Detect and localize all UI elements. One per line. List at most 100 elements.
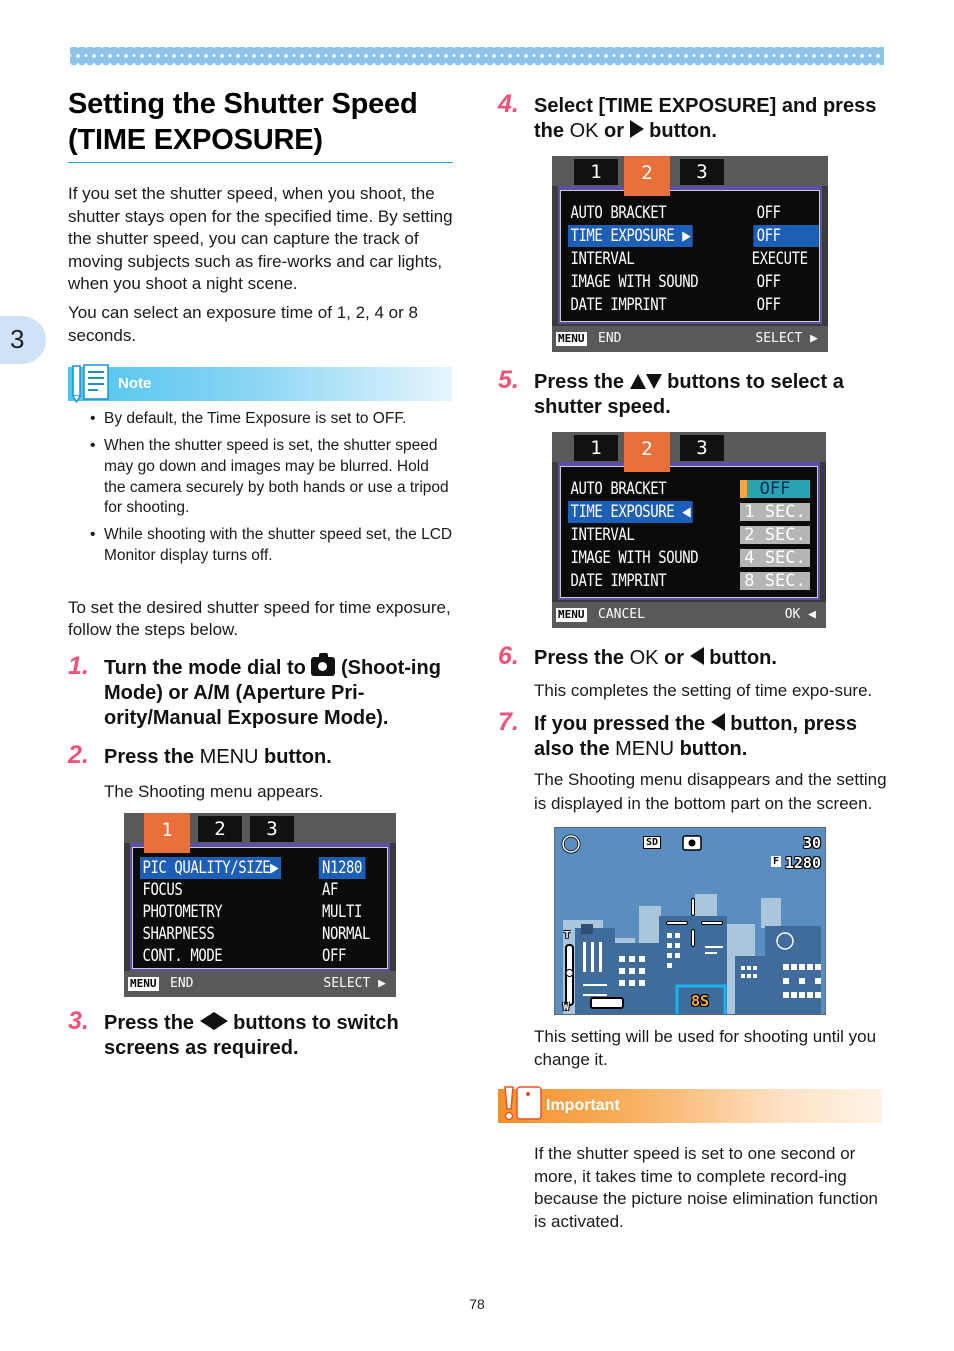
step-text: If you pressed the button, press also th… <box>534 712 888 762</box>
footer-left: CANCEL <box>598 607 645 622</box>
step-number: 4. <box>498 90 519 118</box>
menu-key-label: MENU <box>615 738 675 760</box>
lcd-screen: 1 2 3 PIC QUALITY/SIZE▶ N1280 FOCUS AF PHO… <box>124 812 396 997</box>
note-list: By default, the Time Exposure is set to … <box>68 409 453 567</box>
menu-row: DATE IMPRINT OFF <box>570 295 781 315</box>
menu-badge: MENU <box>556 608 587 622</box>
footer-left: END <box>598 331 622 346</box>
menu-tab-1: 1 <box>144 812 190 853</box>
step-5: 5. Press the buttons to select a shutter… <box>498 366 888 628</box>
step-text-part: or <box>658 647 690 669</box>
footer-right: SELECT ▶ <box>755 331 818 346</box>
shutter-speed-options-screen: 1 2 3 AUTO BRACKET TIME EXPOSURE ◀ INTER… <box>552 432 826 628</box>
right-arrow-icon <box>213 1011 228 1030</box>
menu-tab-3: 3 <box>680 159 724 185</box>
menu-panel: PIC QUALITY/SIZE▶ N1280 FOCUS AF PHOTOMETR… <box>130 842 390 971</box>
shooting-menu-screen-1: 1 2 3 PIC QUALITY/SIZE▶ N1280 FOCUS AF PHO… <box>124 812 396 997</box>
menu-badge: MENU <box>556 332 587 346</box>
step-text: Turn the mode dial to (Shoot-ing Mode) o… <box>104 652 453 731</box>
menu-row: DATE IMPRINT <box>570 571 667 591</box>
menu-tab-3: 3 <box>250 815 294 842</box>
step-text-part: Press the <box>534 371 630 393</box>
note-item: By default, the Time Exposure is set to … <box>90 409 453 430</box>
step-text-part: or <box>598 120 630 142</box>
step-text-part: Press the <box>104 1011 200 1034</box>
step-number: 6. <box>498 642 519 670</box>
step-text: Press the buttons to select a shutter sp… <box>534 370 888 420</box>
menu-row: TIME EXPOSURE ▶ OFF <box>568 225 819 247</box>
step-4: 4. Select [TIME EXPOSURE] and press the … <box>498 90 888 352</box>
menu-row: TIME EXPOSURE ◀ <box>568 501 768 523</box>
menu-footer: MENU END SELECT ▶ <box>552 326 828 352</box>
footer-right: SELECT ▶ <box>323 975 386 991</box>
shutter-setting-readout: 8S <box>691 992 710 1010</box>
ok-key-label: OK <box>569 120 599 142</box>
page-title: Setting the Shutter Speed (TIME EXPOSURE… <box>68 86 453 163</box>
menu-tab-2: 2 <box>198 815 242 842</box>
shutter-option-2s[interactable]: 2 SEC. <box>740 526 810 544</box>
live-view-screen: 30 F 1280 SD T W 8S <box>554 827 826 1015</box>
down-arrow-icon <box>645 374 662 389</box>
menu-tab-1: 1 <box>574 435 618 461</box>
step-text-part: button. <box>258 745 332 768</box>
step-text-part: button. <box>674 738 748 760</box>
note-item: While shooting with the shutter speed se… <box>90 525 453 567</box>
up-arrow-icon <box>629 374 646 389</box>
menu-tab-1: 1 <box>574 159 618 185</box>
step-number: 3. <box>68 1006 89 1035</box>
shutter-option-off[interactable]: OFF <box>740 480 810 498</box>
step-text: Press the OK or button. <box>534 646 888 671</box>
zoom-wide-label: W <box>563 1002 570 1013</box>
zoom-tele-label: T <box>564 930 571 941</box>
step-1: 1. Turn the mode dial to (Shoot-ing Mode… <box>68 652 453 731</box>
menu-row: SHARPNESS NORMAL <box>142 923 370 944</box>
steps-intro: To set the desired shutter speed for tim… <box>68 597 451 640</box>
right-column: 4. Select [TIME EXPOSURE] and press the … <box>498 86 888 1233</box>
menu-row: IMAGE WITH SOUND OFF <box>570 272 781 292</box>
remaining-shots: 30 <box>802 834 821 852</box>
menu-footer: MENU CANCEL OK ◀ <box>552 602 826 628</box>
left-arrow-icon <box>199 1011 214 1030</box>
menu-tab-2: 2 <box>624 156 670 196</box>
step-6: 6. Press the OK or button. This complete… <box>498 642 888 702</box>
shutter-option-4s[interactable]: 4 SEC. <box>740 549 810 567</box>
sd-card-icon: SD <box>643 836 662 849</box>
step-3: 3. Press the buttons to switch screens a… <box>68 1007 453 1061</box>
menu-row: AUTO BRACKET OFF <box>570 203 781 223</box>
menu-footer: MENU END SELECT ▶ <box>124 970 396 997</box>
image-size: 1280 <box>784 854 821 872</box>
menu-row: CONT. MODE OFF <box>142 945 346 966</box>
shutter-option-8s[interactable]: 8 SEC. <box>740 572 810 590</box>
note-item: When the shutter speed is set, the shutt… <box>90 436 453 519</box>
step-number: 5. <box>498 366 519 394</box>
step-number: 7. <box>498 708 519 736</box>
menu-tab-3: 3 <box>680 435 724 461</box>
step-text-part: button. <box>643 120 717 142</box>
step-description: The Shooting menu appears. <box>104 781 324 801</box>
step-text-part: button. <box>703 647 777 669</box>
step-text-part: Press the <box>534 647 630 669</box>
menu-badge: MENU <box>128 976 159 991</box>
menu-row: FOCUS AF <box>142 879 339 900</box>
step-text-part: Turn the mode dial to <box>104 656 312 679</box>
menu-row: PIC QUALITY/SIZE▶ N1280 <box>140 856 366 879</box>
step-text: Press the buttons to switch screens as r… <box>104 1011 453 1061</box>
menu-row: PHOTOMETRY MULTI <box>142 901 362 922</box>
decorative-header-band <box>70 47 884 65</box>
battery-icon <box>555 828 556 829</box>
important-exclamation-icon <box>504 1086 542 1121</box>
note-pad-icon <box>72 364 109 404</box>
menu-row: INTERVAL <box>570 525 635 545</box>
step-text: Select [TIME EXPOSURE] and press the OK … <box>534 94 888 144</box>
step-text-part: If you pressed the <box>534 713 711 735</box>
intro-paragraph: If you set the shutter speed, when you s… <box>68 184 453 294</box>
shutter-option-1s[interactable]: 1 SEC. <box>740 503 810 521</box>
note-label: Note <box>118 375 152 393</box>
step-7: 7. If you pressed the button, press also… <box>498 708 888 1071</box>
camera-icon <box>311 652 336 676</box>
intro-paragraph-exposure-times: You can select an exposure time of 1, 2,… <box>68 302 418 345</box>
chapter-tab: 3 <box>0 316 46 364</box>
important-label: Important <box>546 1097 620 1114</box>
step-number: 1. <box>68 651 89 680</box>
right-arrow-icon <box>629 120 644 138</box>
